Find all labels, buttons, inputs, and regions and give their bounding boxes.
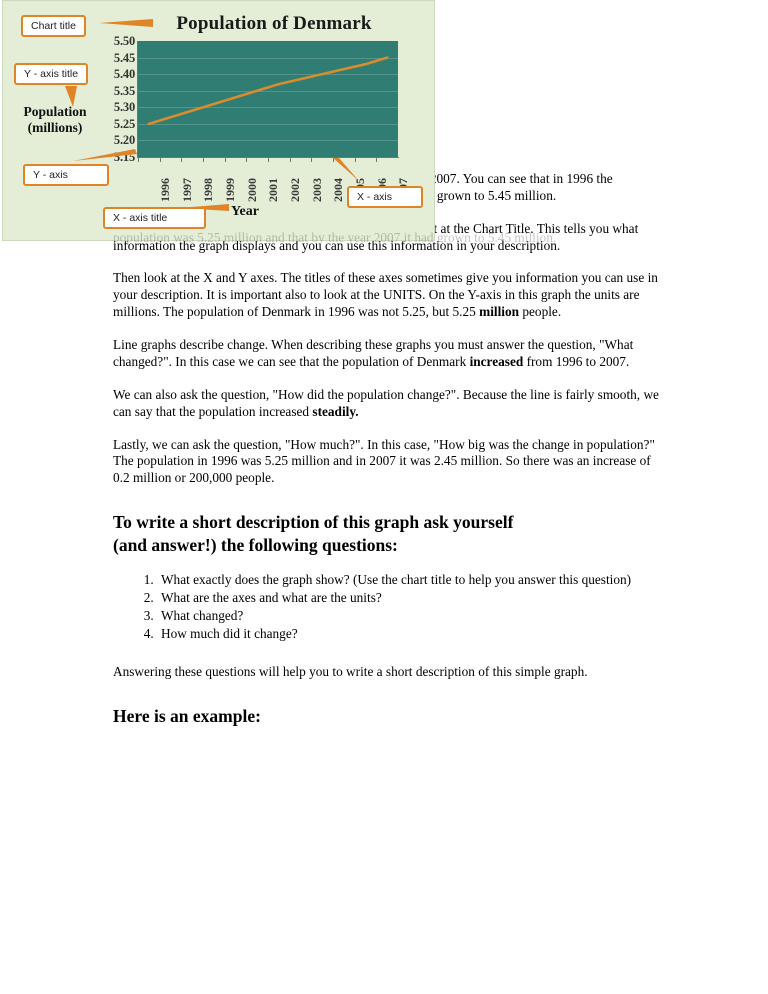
heading-write-short-description: To write a short description of this gra… <box>113 511 669 557</box>
paragraph-closing: Answering these questions will help you … <box>113 663 588 679</box>
callout-chart-title: Chart title <box>21 15 86 37</box>
callout-x-axis: X - axis <box>347 186 423 208</box>
list-item: What exactly does the graph show? (Use t… <box>157 571 669 588</box>
callout-y-axis-title: Y - axis title <box>14 63 89 85</box>
list-item: What changed? <box>157 607 669 624</box>
text-run: increased <box>469 353 524 369</box>
text-run: steadily. <box>312 403 359 419</box>
callout-y-axis: Y - axis <box>23 164 109 186</box>
heading-questions-line-1: To write a short description of this gra… <box>113 512 514 533</box>
paragraph-what-changed: Line graphs describe change. When descri… <box>113 337 669 371</box>
paragraph-how-changed: We can also ask the question, "How did t… <box>113 387 669 421</box>
list-item: What are the axes and what are the units… <box>157 589 669 606</box>
paragraph-how-much: Lastly, we can ask the question, "How mu… <box>113 437 669 488</box>
questions-list: What exactly does the graph show? (Use t… <box>113 571 669 642</box>
text-run: million <box>479 304 520 320</box>
annotated-line-graph-figure: Population of Denmark 5.50 5.45 5.40 5.35 5.… <box>2 0 435 241</box>
text-run: Then look at the X and Y axes. The title… <box>113 270 658 320</box>
heading-here-is-an-example: Here is an example: <box>113 705 261 726</box>
callout-x-axis-title: X - axis title <box>103 207 206 229</box>
heading-questions-line-2: (and answer!) the following questions: <box>113 534 398 555</box>
paragraph-axes-advice: Then look at the X and Y axes. The title… <box>113 270 669 321</box>
list-item: How much did it change? <box>157 625 669 642</box>
text-run: from 1996 to 2007. <box>523 353 630 369</box>
text-run: people. <box>519 304 562 320</box>
text-run: We can also ask the question, "How did t… <box>113 386 659 419</box>
text-run: Lastly, we can ask the question, "How mu… <box>113 436 655 486</box>
